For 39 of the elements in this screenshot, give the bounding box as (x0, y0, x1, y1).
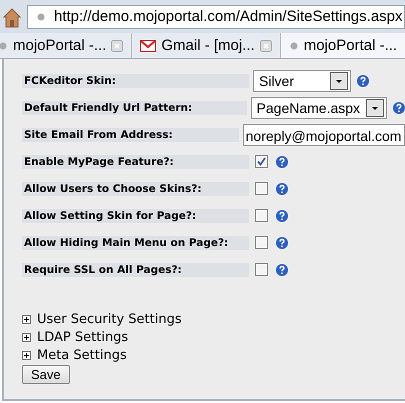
expand-icon[interactable] (22, 332, 31, 342)
checkbox[interactable] (255, 263, 268, 276)
expand-icon[interactable] (22, 314, 31, 324)
dropdown[interactable]: PageName.aspx (250, 96, 388, 118)
setting-label: Allow Hiding Main Menu on Page?: (22, 236, 249, 250)
checkbox[interactable] (255, 155, 268, 168)
section-toggle[interactable]: User Security Settings (22, 310, 405, 328)
help-icon[interactable] (276, 264, 288, 276)
help-icon[interactable] (393, 102, 405, 114)
email-field[interactable]: noreply@mojoportal.com (242, 124, 405, 146)
page-icon (288, 40, 299, 50)
dropdown[interactable]: Silver (253, 70, 351, 92)
address-field[interactable]: http://demo.mojoportal.com/Admin/SiteSettings.aspx (27, 4, 405, 28)
checkbox[interactable] (255, 209, 268, 222)
section-toggle[interactable]: Meta Settings (22, 346, 405, 364)
expand-icon[interactable] (22, 350, 31, 360)
mail-icon (140, 40, 156, 52)
checkbox[interactable] (255, 236, 268, 249)
setting-label: Allow Setting Skin for Page?: (22, 208, 249, 222)
page-icon (0, 40, 8, 50)
url-text: http://demo.mojoportal.com/Admin/SiteSettings.aspx (54, 8, 403, 25)
browser-tab[interactable]: mojoPortal -... (0, 33, 132, 58)
setting-label: Site Email From Address: (22, 128, 239, 142)
setting-label: Allow Users to Choose Skins?: (22, 182, 249, 196)
setting-label: FCKeditor Skin: (22, 74, 249, 88)
home-icon[interactable] (3, 6, 21, 28)
help-icon[interactable] (276, 156, 288, 168)
help-icon[interactable] (276, 236, 288, 248)
setting-label: Require SSL on All Pages?: (22, 262, 249, 276)
help-icon[interactable] (276, 182, 288, 194)
help-icon[interactable] (276, 210, 288, 222)
page-icon (36, 12, 46, 22)
section-toggle[interactable]: LDAP Settings (22, 328, 405, 346)
browser-tab[interactable]: mojoPortal -... (280, 33, 405, 58)
checkbox[interactable] (255, 182, 268, 195)
setting-label: Default Friendly Url Pattern: (22, 100, 247, 114)
save-button[interactable]: Save (22, 365, 70, 384)
setting-label: Enable MyPage Feature?: (22, 154, 249, 168)
help-icon[interactable] (357, 74, 369, 86)
